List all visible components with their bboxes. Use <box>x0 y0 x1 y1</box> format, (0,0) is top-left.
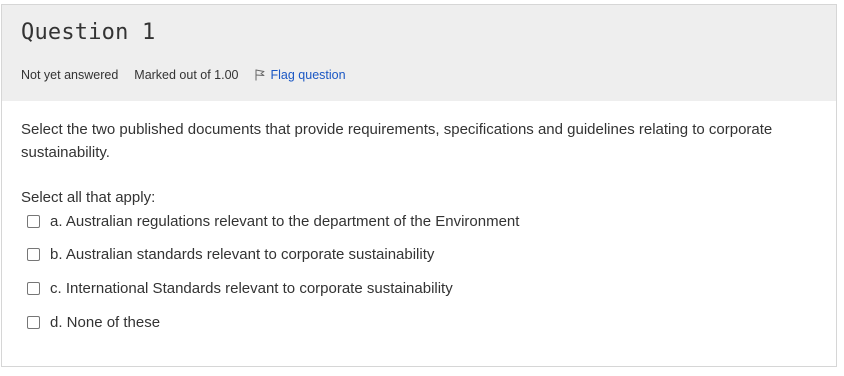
answer-label-a[interactable]: a. Australian regulations relevant to th… <box>50 213 519 230</box>
question-meta: Not yet answered Marked out of 1.00 Flag… <box>21 67 836 83</box>
answer-option-b[interactable]: b. Australian standards relevant to corp… <box>21 245 816 265</box>
answer-prompt: Select all that apply: <box>21 189 156 206</box>
question-info-panel: Question 1 Not yet answered Marked out o… <box>2 5 836 101</box>
question-content: Select the two published documents that … <box>2 101 836 332</box>
question-state: Not yet answered <box>21 68 119 82</box>
answer-option-d[interactable]: d. None of these <box>21 312 816 332</box>
answer-list: a. Australian regulations relevant to th… <box>21 211 816 332</box>
question-card: Question 1 Not yet answered Marked out o… <box>1 4 837 367</box>
answer-label-b[interactable]: b. Australian standards relevant to corp… <box>50 246 434 263</box>
flag-question-label: Flag question <box>270 68 346 82</box>
answer-checkbox-d[interactable] <box>27 315 40 329</box>
answer-checkbox-c[interactable] <box>27 281 40 295</box>
question-title: Question 1 <box>21 20 156 45</box>
answer-label-d[interactable]: d. None of these <box>50 314 160 331</box>
question-grade: Marked out of 1.00 <box>134 68 239 82</box>
flag-icon <box>255 69 264 81</box>
answer-checkbox-a[interactable] <box>27 214 40 228</box>
answer-option-c[interactable]: c. International Standards relevant to c… <box>21 278 816 298</box>
flag-question-link[interactable]: Flag question <box>255 68 346 82</box>
answer-option-a[interactable]: a. Australian regulations relevant to th… <box>21 211 816 231</box>
answer-label-c[interactable]: c. International Standards relevant to c… <box>50 280 453 297</box>
question-text: Select the two published documents that … <box>21 121 773 161</box>
answer-checkbox-b[interactable] <box>27 248 40 262</box>
